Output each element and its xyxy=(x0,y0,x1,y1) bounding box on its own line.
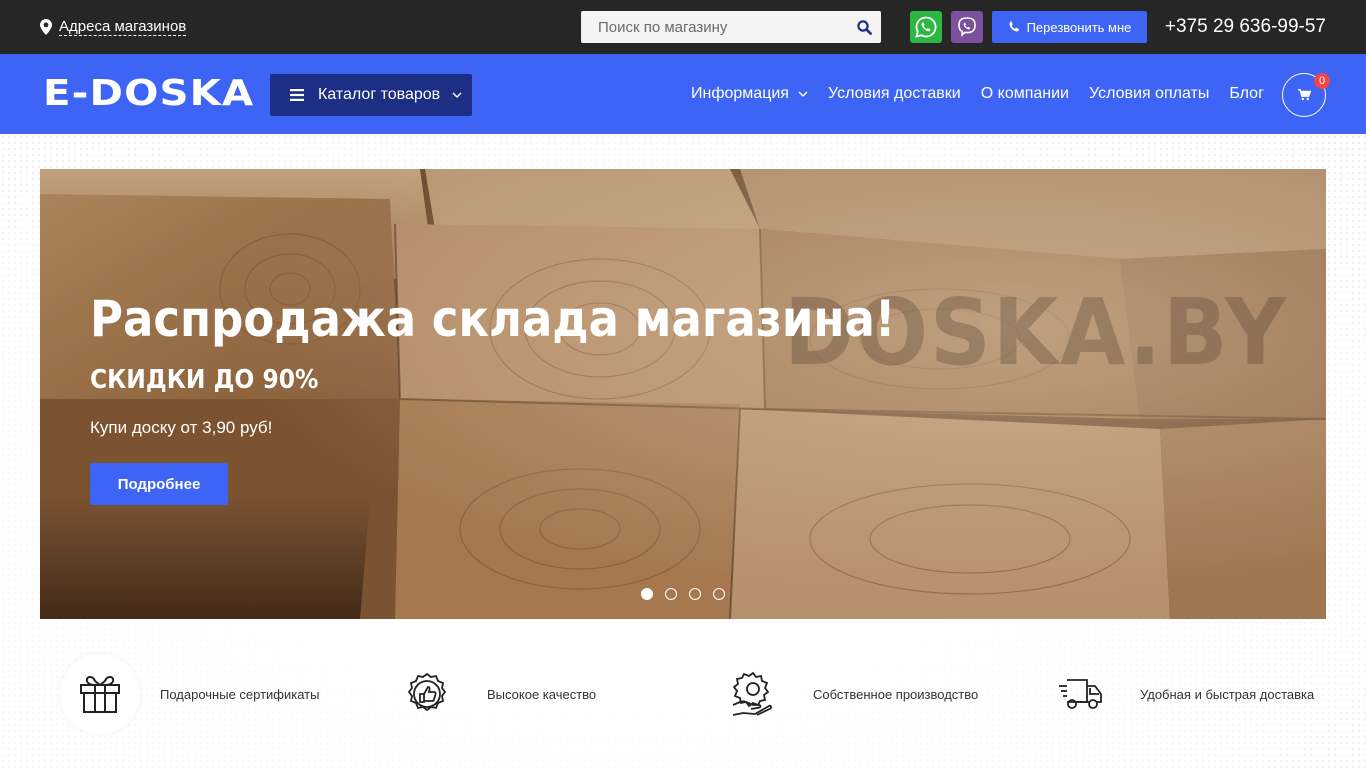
catalog-button[interactable]: Каталог товаров xyxy=(270,74,472,116)
feature-icon-wrap xyxy=(387,654,467,734)
menu-item-label: О компании xyxy=(980,85,1069,102)
hero-more-button[interactable]: Подробнее xyxy=(90,463,228,505)
location-pin-icon xyxy=(40,19,52,35)
cart-icon xyxy=(1297,89,1311,101)
features-row: Подарочные сертификаты Высокое качество xyxy=(0,654,1366,734)
feature-label: Удобная и быстрая доставка xyxy=(1140,686,1315,702)
search-box xyxy=(581,11,881,43)
phone-number-link[interactable]: +375 29 636-99-57 xyxy=(1150,15,1326,39)
feature-label: Подарочные сертификаты xyxy=(160,686,320,702)
slider-dot-4[interactable] xyxy=(713,588,725,600)
menu-item-label: Условия доставки xyxy=(827,85,961,102)
menu-item-label: Блог xyxy=(1229,85,1264,102)
menu-item-label: Информация xyxy=(691,85,789,102)
whatsapp-button[interactable] xyxy=(910,11,942,43)
cart-button[interactable]: 0 xyxy=(1282,73,1330,117)
quality-badge-icon xyxy=(407,672,447,712)
hero-title: Распродажа склада магазина! xyxy=(90,290,896,348)
gift-icon xyxy=(80,675,120,713)
menu-item-info[interactable]: Информация xyxy=(691,85,808,103)
main-navbar: E-DOSKA Каталог товаров Информация Услов… xyxy=(0,54,1366,134)
menu-burger-icon xyxy=(290,89,304,101)
phone-icon xyxy=(1009,21,1019,32)
chevron-down-icon xyxy=(798,91,808,97)
feature-gift-certificates: Подарочные сертификаты xyxy=(60,654,319,734)
menu-item-about[interactable]: О компании xyxy=(981,85,1069,103)
search-icon xyxy=(856,19,872,35)
feature-own-production: Собственное производство xyxy=(713,654,978,734)
feature-icon-wrap xyxy=(60,654,140,734)
delivery-truck-icon xyxy=(1059,679,1102,709)
callback-button[interactable]: Перезвонить мне xyxy=(992,11,1147,43)
slider-dot-1[interactable] xyxy=(641,588,653,600)
callback-label: Перезвонить мне xyxy=(1026,19,1132,35)
search-input[interactable] xyxy=(581,11,847,43)
main-menu: Информация Условия доставки О компании У… xyxy=(691,82,1264,106)
feature-label: Собственное производство xyxy=(813,686,979,702)
feature-high-quality: Высокое качество xyxy=(387,654,596,734)
catalog-label: Каталог товаров xyxy=(318,86,441,103)
production-gear-icon xyxy=(732,671,773,716)
menu-item-label: Условия оплаты xyxy=(1089,85,1210,102)
hero-slider[interactable]: DOSKA.BY Распродажа склада магазина! СКИ… xyxy=(40,169,1326,619)
feature-label: Высокое качество xyxy=(487,686,597,702)
store-addresses-label: Адреса магазинов xyxy=(59,17,187,36)
feature-fast-delivery: Удобная и быстрая доставка xyxy=(1040,654,1314,734)
store-addresses-link[interactable]: Адреса магазинов xyxy=(40,17,187,37)
viber-icon xyxy=(958,17,976,37)
cart-count-badge: 0 xyxy=(1314,73,1330,89)
menu-item-delivery[interactable]: Условия доставки xyxy=(828,85,961,103)
slider-dot-3[interactable] xyxy=(689,588,701,600)
hero-text: Купи доску от 3,90 руб! xyxy=(90,418,273,437)
top-bar: Адреса магазинов Перезвонить мне +375 29… xyxy=(0,0,1366,54)
search-button[interactable] xyxy=(847,11,881,43)
site-logo[interactable]: E-DOSKA xyxy=(43,74,254,114)
slider-dots xyxy=(641,588,725,600)
feature-icon-wrap xyxy=(1040,654,1120,734)
chevron-down-icon xyxy=(452,92,462,98)
menu-item-payment[interactable]: Условия оплаты xyxy=(1089,85,1209,103)
hero-subtitle: СКИДКИ ДО 90% xyxy=(90,365,319,395)
menu-item-blog[interactable]: Блог xyxy=(1229,85,1264,103)
slider-dot-2[interactable] xyxy=(665,588,677,600)
viber-button[interactable] xyxy=(951,11,983,43)
feature-icon-wrap xyxy=(713,654,793,734)
whatsapp-icon xyxy=(915,16,937,38)
